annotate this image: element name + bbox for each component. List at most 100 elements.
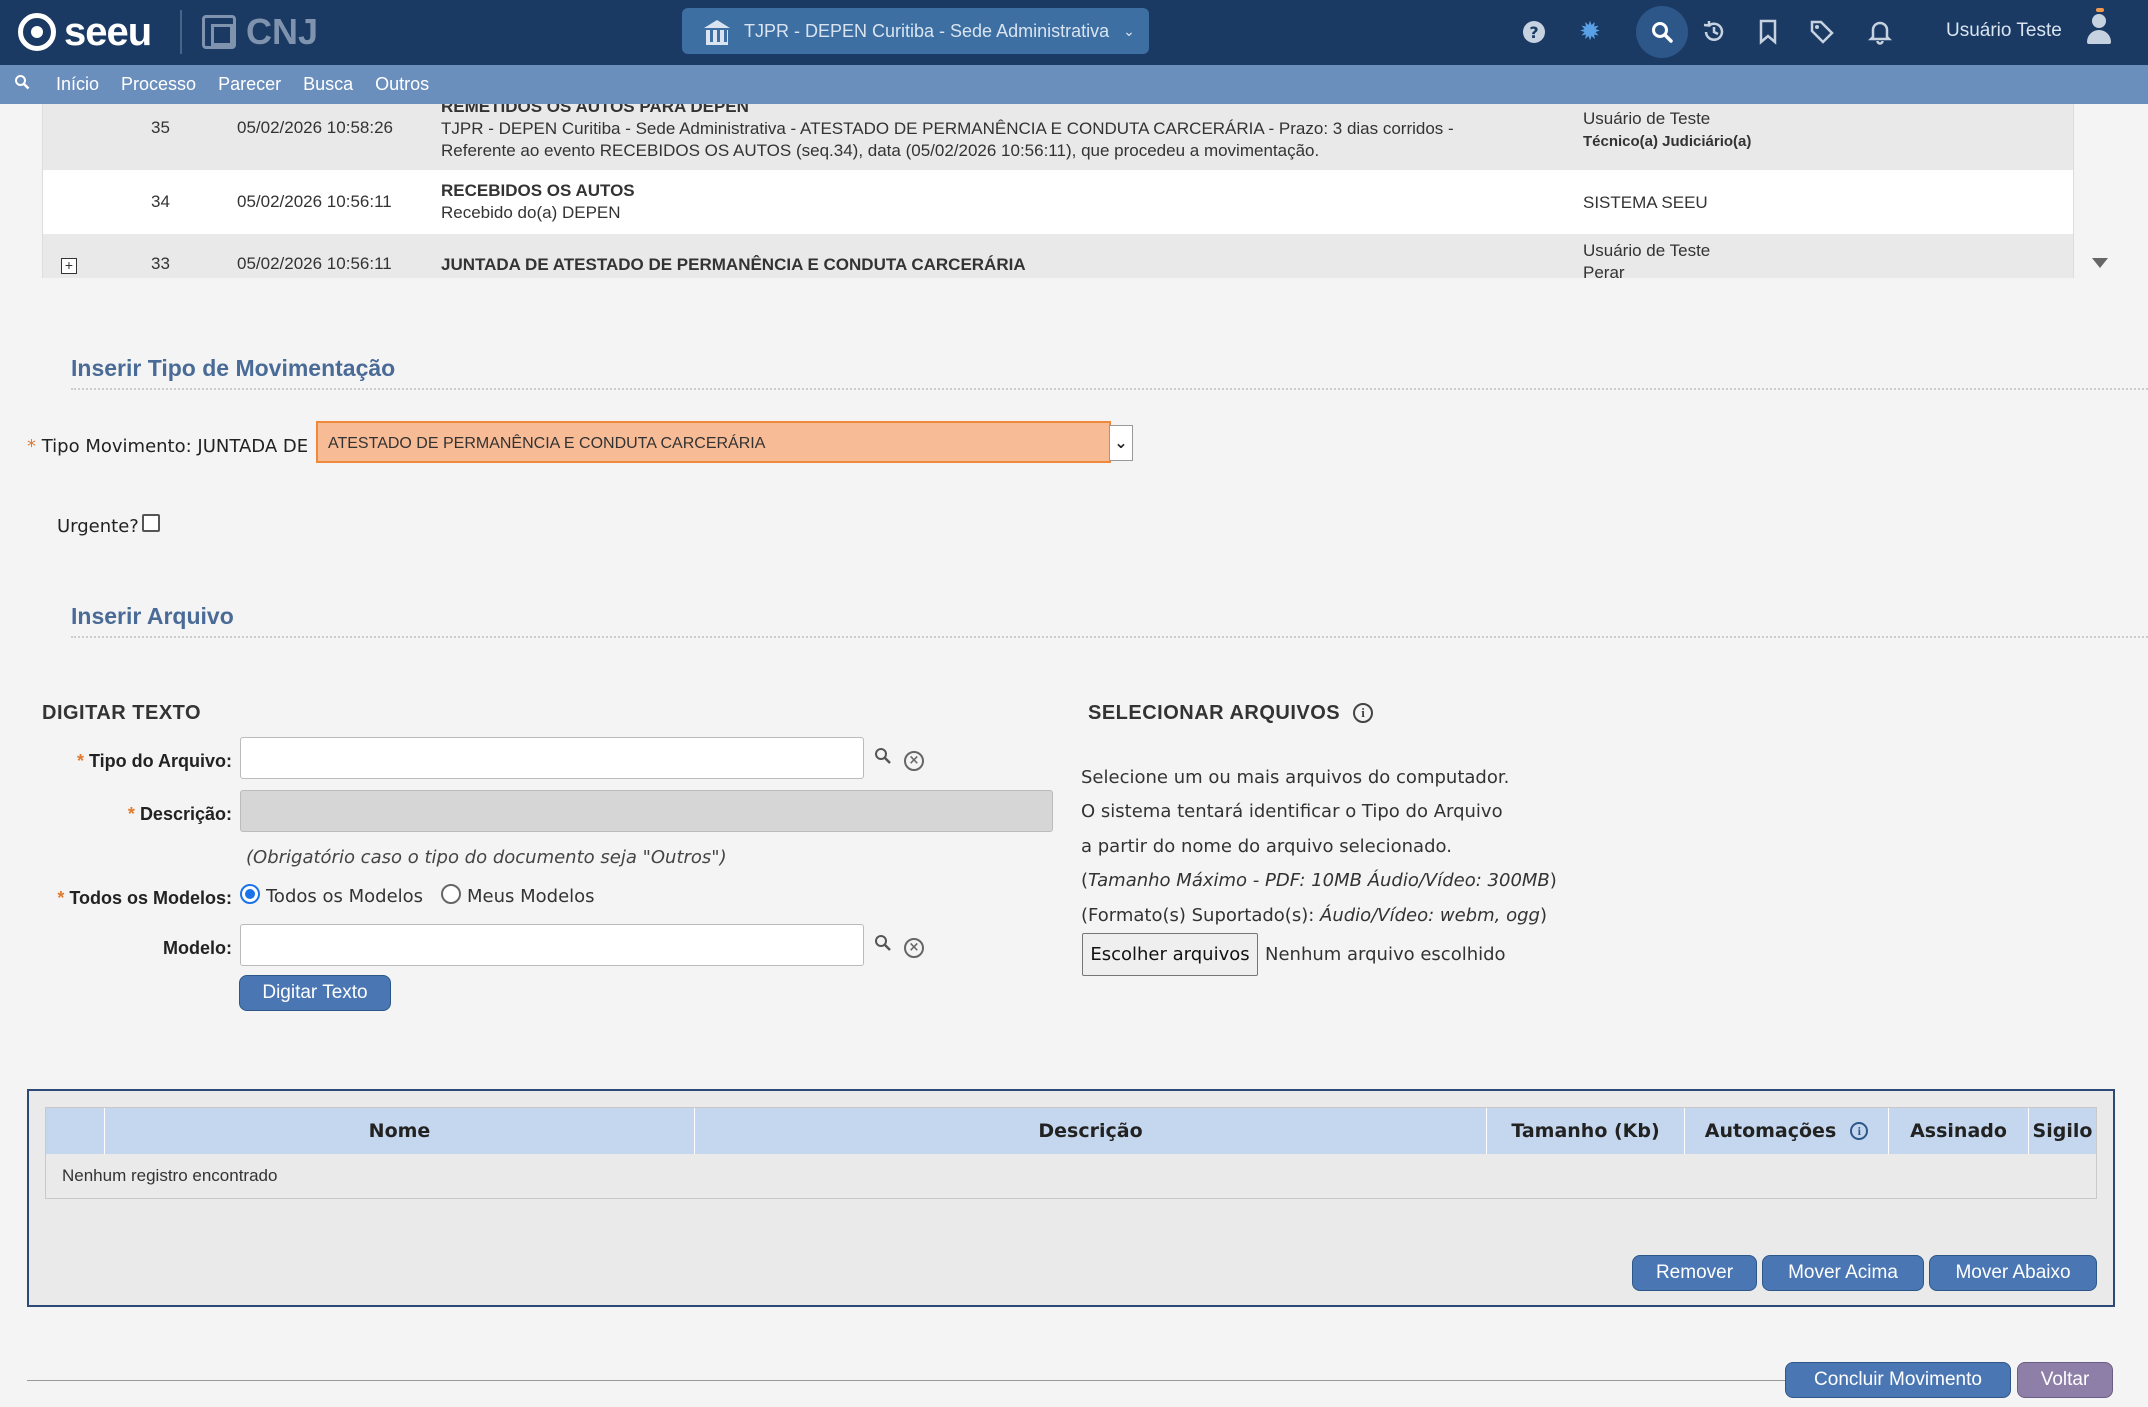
todos-modelos-radio[interactable] (240, 884, 260, 904)
tag-icon[interactable] (1804, 14, 1840, 50)
unit-selector-label: TJPR - DEPEN Curitiba - Sede Administrat… (744, 20, 1110, 41)
logo-divider (180, 10, 182, 54)
user-name[interactable]: Usuário Teste (1946, 20, 2062, 42)
column-header-tamanho[interactable]: Tamanho (Kb) (1486, 1108, 1684, 1154)
movement-user: Usuário de Teste (1583, 109, 1711, 128)
movement-title: JUNTADA DE ATESTADO DE PERMANÊNCIA E CON… (441, 255, 1026, 274)
info-icon[interactable]: i (1850, 1122, 1869, 1140)
tipo-movimento-select[interactable]: ATESTADO DE PERMANÊNCIA E CONDUTA CARCER… (316, 421, 1111, 463)
selecionar-help-line: O sistema tentará identificar o Tipo do … (1081, 801, 1503, 822)
section-divider (71, 636, 2148, 638)
seeu-logo-text: seeu (64, 10, 152, 54)
seeu-logo-icon (18, 13, 56, 51)
selecionar-help-line: a partir do nome do arquivo selecionado. (1081, 836, 1452, 857)
cnj-logo: CNJ (202, 10, 318, 54)
movement-title: RECEBIDOS OS AUTOS (441, 181, 635, 200)
unit-selector[interactable]: TJPR - DEPEN Curitiba - Sede Administrat… (682, 8, 1149, 54)
files-panel: Nome Descrição Tamanho (Kb) Automações i… (27, 1089, 2115, 1307)
chevron-down-icon[interactable]: ⌄ (1109, 425, 1133, 461)
movement-user: Usuário de Teste (1583, 241, 1711, 260)
bookmark-icon[interactable] (1750, 14, 1786, 50)
modelo-label: Modelo: (163, 938, 232, 958)
cnj-logo-icon (202, 15, 236, 49)
movement-user-role: Perar (1583, 263, 1625, 278)
help-icon[interactable]: ? (1516, 14, 1552, 50)
column-header-descricao[interactable]: Descrição (694, 1108, 1486, 1154)
menu-item-processo[interactable]: Processo (121, 74, 196, 95)
expand-row-icon[interactable]: + (61, 258, 77, 274)
tipo-movimento-label: Tipo Movimento: (41, 436, 192, 457)
mover-acima-button[interactable]: Mover Acima (1762, 1255, 1924, 1291)
movement-description-line: Recebido do(a) DEPEN (441, 203, 621, 222)
search-icon[interactable] (874, 746, 892, 770)
menu-item-inicio[interactable]: Início (56, 74, 99, 95)
clear-icon[interactable]: × (904, 938, 924, 958)
movement-seq: 34 (151, 192, 170, 211)
movement-list[interactable]: REMETIDOS OS AUTOS PARA DEPEN 35 05/02/2… (42, 104, 2074, 278)
descricao-label: Descrição: (139, 804, 232, 824)
info-icon[interactable]: i (1353, 703, 1373, 723)
column-header-nome[interactable]: Nome (104, 1108, 694, 1154)
concluir-movimento-button[interactable]: Concluir Movimento (1785, 1362, 2011, 1398)
movement-description-line: Referente ao evento RECEBIDOS OS AUTOS (… (441, 141, 1320, 160)
urgente-label: Urgente? (57, 516, 139, 537)
movement-user: SISTEMA SEEU (1583, 193, 1708, 212)
selecionar-help-line: Selecione um ou mais arquivos do computa… (1081, 767, 1510, 788)
movement-user-role: Técnico(a) Judiciário(a) (1583, 133, 1752, 150)
required-marker: * (27, 436, 42, 457)
files-table-header: Nome Descrição Tamanho (Kb) Automações i… (46, 1108, 2096, 1154)
movement-datetime: 05/02/2026 10:56:11 (237, 192, 392, 211)
menu-item-outros[interactable]: Outros (375, 74, 429, 95)
tipo-arquivo-label: Tipo do Arquivo: (89, 751, 232, 771)
search-icon[interactable] (874, 933, 892, 957)
movement-row[interactable]: 34 05/02/2026 10:56:11 RECEBIDOS OS AUTO… (43, 170, 2073, 234)
section-title-tipo: Inserir Tipo de Movimentação (71, 355, 396, 381)
clear-icon[interactable]: × (904, 751, 924, 771)
descricao-input[interactable] (240, 790, 1053, 832)
column-header-automacoes[interactable]: Automações i (1684, 1108, 1888, 1154)
history-icon[interactable] (1696, 14, 1732, 50)
bug-icon[interactable]: ✹ (1572, 14, 1608, 50)
movement-row[interactable]: REMETIDOS OS AUTOS PARA DEPEN 35 05/02/2… (43, 104, 2073, 170)
remover-button[interactable]: Remover (1632, 1255, 1757, 1291)
scroll-down-arrow-icon[interactable] (2092, 258, 2108, 268)
chevron-down-icon: ⌄ (1123, 22, 1135, 39)
files-table: Nome Descrição Tamanho (Kb) Automações i… (45, 1107, 2097, 1199)
bank-icon (704, 20, 730, 45)
avatar-icon[interactable] (2084, 8, 2114, 48)
top-bar: seeu CNJ TJPR - DEPEN Curitiba - Sede Ad… (0, 0, 2148, 65)
movement-seq: 33 (151, 254, 170, 273)
max-size-line: (Tamanho Máximo - PDF: 10MB Áudio/Vídeo:… (1081, 870, 1557, 891)
digitar-texto-title: DIGITAR TEXTO (42, 702, 202, 724)
empty-table-message: Nenhum registro encontrado (62, 1166, 278, 1185)
voltar-button[interactable]: Voltar (2017, 1362, 2113, 1398)
todos-modelos-radio-label[interactable]: Todos os Modelos (266, 886, 423, 907)
urgente-checkbox[interactable] (142, 514, 160, 532)
movement-title: REMETIDOS OS AUTOS PARA DEPEN (441, 104, 749, 116)
supported-formats-line: (Formato(s) Suportado(s): Áudio/Vídeo: w… (1081, 905, 1547, 926)
movement-datetime: 05/02/2026 10:56:11 (237, 254, 392, 273)
menu-item-parecer[interactable]: Parecer (218, 74, 281, 95)
meus-modelos-radio[interactable] (441, 884, 461, 904)
movement-description-line: TJPR - DEPEN Curitiba - Sede Administrat… (441, 119, 1454, 138)
column-header-sigilo[interactable]: Sigilo (2028, 1108, 2096, 1154)
choose-files-button[interactable]: Escolher arquivos (1082, 933, 1258, 976)
meus-modelos-radio-label[interactable]: Meus Modelos (467, 886, 595, 907)
seeu-logo[interactable]: seeu (18, 10, 152, 54)
column-header-assinado[interactable]: Assinado (1888, 1108, 2028, 1154)
bell-icon[interactable] (1862, 14, 1898, 50)
column-header-select (46, 1108, 104, 1154)
modelo-input[interactable] (240, 924, 864, 966)
mover-abaixo-button[interactable]: Mover Abaixo (1929, 1255, 2097, 1291)
tipo-arquivo-input[interactable] (240, 737, 864, 779)
menu-item-busca[interactable]: Busca (303, 74, 353, 95)
search-icon[interactable] (1636, 6, 1688, 58)
section-title-arquivo: Inserir Arquivo (71, 603, 234, 629)
movement-row[interactable]: + 33 05/02/2026 10:56:11 JUNTADA DE ATES… (43, 234, 2073, 278)
cnj-logo-text: CNJ (246, 11, 319, 52)
movement-seq: 35 (151, 118, 170, 137)
menu-search-icon[interactable] (14, 74, 34, 95)
digitar-texto-button[interactable]: Digitar Texto (239, 975, 391, 1011)
descricao-hint: (Obrigatório caso o tipo do documento se… (246, 847, 727, 868)
main-menu: Início Processo Parecer Busca Outros (0, 65, 2148, 104)
